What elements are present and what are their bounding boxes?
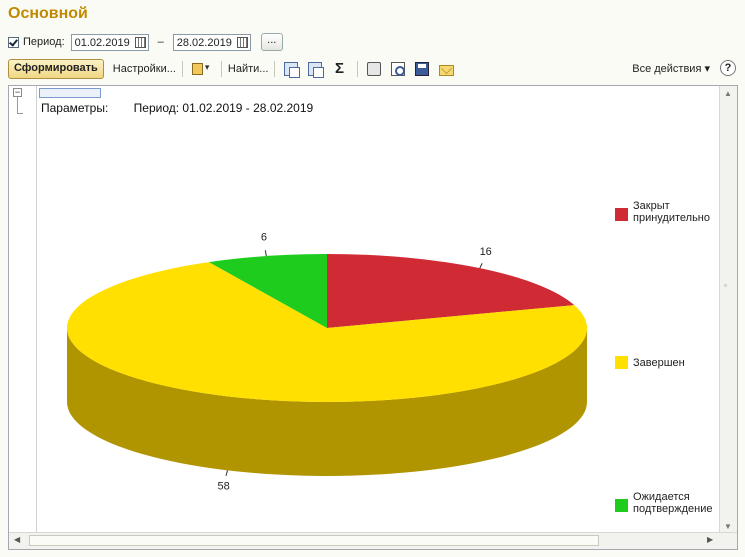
- all-actions-menu[interactable]: Все действия ▾: [632, 62, 710, 75]
- report-area: − Параметры: Период: 01.02.2019 - 28.02.…: [8, 85, 738, 550]
- scroll-thumb-grip-icon[interactable]: ▫: [724, 281, 727, 290]
- period-to-field[interactable]: 28.02.2019: [172, 33, 251, 51]
- pie-chart: 16 58 6 Закрыт принудительно Завершен Ожидаетс…: [67, 200, 712, 515]
- period-to-value: 28.02.2019: [176, 36, 232, 49]
- legend-swatch: [615, 356, 628, 369]
- report-toolbar: Сформировать Настройки... Найти... Σ Все…: [8, 59, 738, 79]
- data-label-leader: [225, 470, 228, 477]
- scroll-up-icon[interactable]: ▲: [724, 89, 732, 98]
- print-icon[interactable]: [367, 62, 382, 76]
- calendar-icon[interactable]: [236, 36, 248, 48]
- sum-icon[interactable]: Σ: [332, 61, 346, 76]
- data-label: 16: [480, 246, 492, 258]
- generate-button[interactable]: Сформировать: [8, 59, 104, 79]
- calendar-icon[interactable]: [134, 36, 146, 48]
- scroll-left-icon[interactable]: ◀: [14, 535, 20, 544]
- period-row: Период: 01.02.2019 – 28.02.2019 ...: [8, 33, 283, 51]
- find-button[interactable]: Найти...: [228, 63, 269, 75]
- scroll-down-icon[interactable]: ▼: [724, 522, 732, 531]
- settings-button[interactable]: Настройки...: [113, 63, 176, 75]
- toolbar-separator: [274, 61, 276, 77]
- horizontal-scroll-thumb[interactable]: [29, 535, 599, 546]
- scroll-right-icon[interactable]: ▶: [707, 535, 713, 544]
- mail-icon[interactable]: [439, 64, 455, 76]
- period-separator: –: [157, 36, 164, 48]
- data-label-leader: [479, 263, 483, 269]
- print-preview-icon[interactable]: [391, 62, 406, 76]
- horizontal-scrollbar[interactable]: ◀ ▶: [9, 532, 737, 549]
- period-label: Период:: [23, 36, 65, 48]
- data-label: 6: [261, 231, 267, 243]
- period-from-value: 01.02.2019: [74, 36, 130, 49]
- legend-label: Завершен: [633, 357, 685, 369]
- page-title: Основной: [8, 5, 88, 22]
- toolbar-separator: [357, 61, 359, 77]
- legend-label: Закрыт принудительно: [633, 200, 710, 224]
- legend-label: Ожидается подтверждение: [633, 491, 712, 515]
- period-from-field[interactable]: 01.02.2019: [70, 33, 149, 51]
- copy-icon[interactable]: [284, 62, 301, 78]
- data-label: 58: [218, 480, 230, 492]
- paste-icon[interactable]: [308, 62, 325, 78]
- data-label-leader: [264, 250, 267, 257]
- legend-swatch: [615, 208, 628, 221]
- variant-menu-icon[interactable]: [191, 62, 210, 76]
- toolbar-separator: [220, 61, 222, 77]
- vertical-scrollbar[interactable]: ▲ ▫ ▼: [719, 86, 737, 534]
- help-icon[interactable]: ?: [720, 60, 736, 76]
- save-icon[interactable]: [415, 62, 430, 76]
- period-checkbox[interactable]: [8, 36, 19, 48]
- legend-swatch: [615, 499, 628, 512]
- toolbar-separator: [181, 61, 183, 77]
- period-select-button[interactable]: ...: [260, 33, 283, 51]
